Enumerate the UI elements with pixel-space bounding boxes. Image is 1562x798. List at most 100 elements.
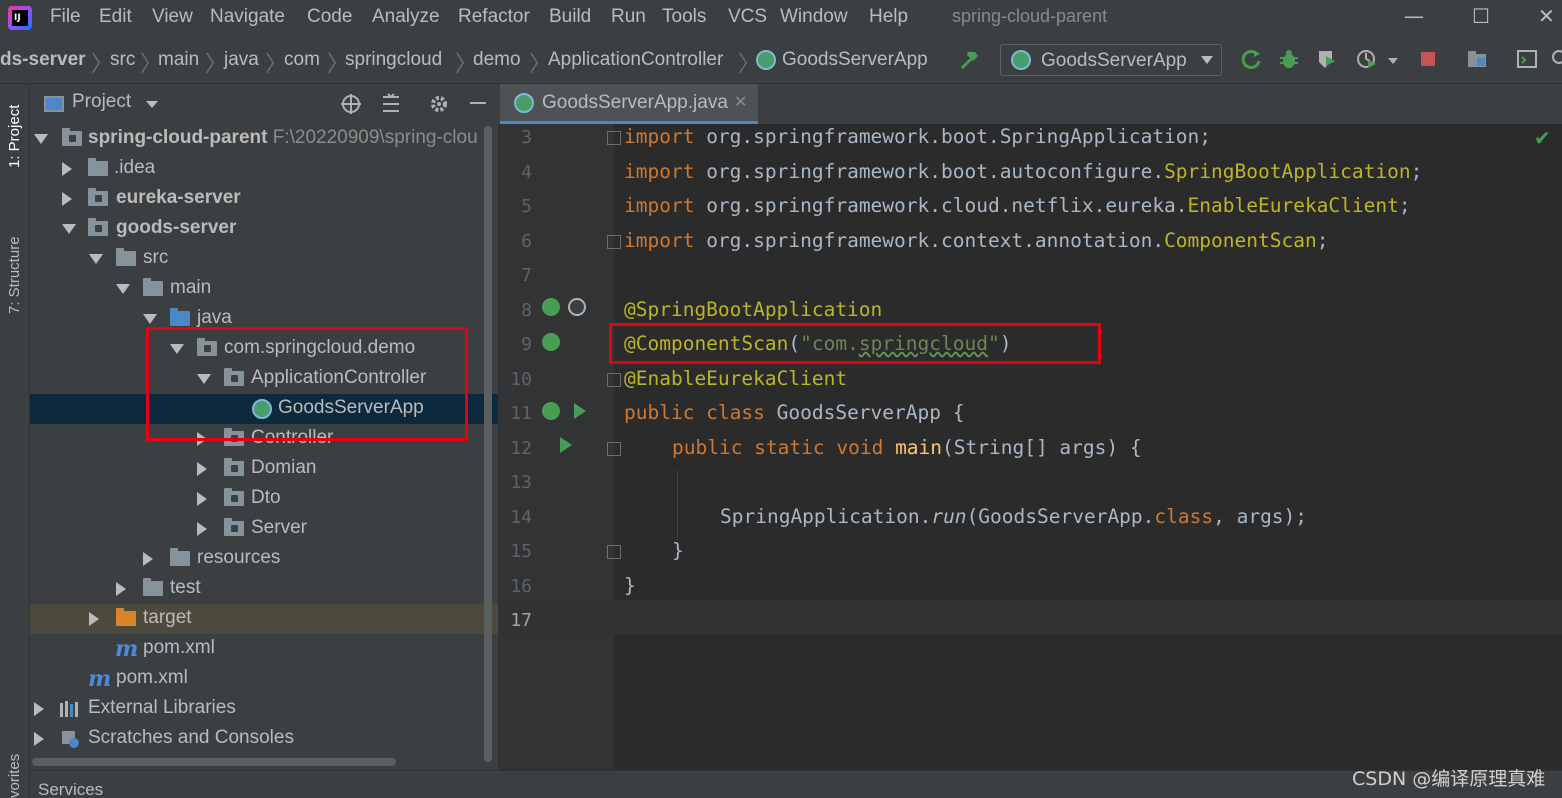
- menu-refactor[interactable]: Refactor: [458, 6, 530, 28]
- tree-item[interactable]: Server: [30, 514, 498, 544]
- close-window-icon[interactable]: ✕: [1538, 4, 1555, 28]
- terminal-window-icon[interactable]: [1516, 48, 1538, 70]
- tab-project[interactable]: 1: Project: [6, 105, 23, 168]
- expand-arrow-icon[interactable]: [34, 134, 48, 144]
- locate-crosshair-icon[interactable]: [340, 93, 362, 115]
- menu-vcs[interactable]: VCS: [728, 6, 767, 28]
- menu-navigate[interactable]: Navigate: [210, 6, 285, 28]
- expand-arrow-icon[interactable]: [143, 314, 157, 324]
- menu-window[interactable]: Window: [780, 6, 848, 28]
- menu-help[interactable]: Help: [869, 6, 908, 28]
- tab-structure[interactable]: 7: Structure: [6, 236, 23, 314]
- editor-tab-goodsserverapp[interactable]: GoodsServerApp.java ✕: [500, 84, 758, 124]
- expand-arrow-icon[interactable]: [116, 284, 130, 294]
- tree-item[interactable]: eureka-server: [30, 184, 498, 214]
- expand-arrow-icon[interactable]: [34, 732, 44, 746]
- project-panel-title[interactable]: Project: [72, 91, 131, 113]
- project-panel-scrollbar[interactable]: [484, 126, 492, 762]
- breadcrumb-springcloud[interactable]: springcloud: [345, 49, 442, 71]
- tab-favorites[interactable]: vorites: [6, 754, 23, 798]
- expand-arrow-icon[interactable]: [197, 492, 207, 506]
- tree-item[interactable]: m pom.xml: [30, 634, 498, 664]
- menu-view[interactable]: View: [152, 6, 193, 28]
- spring-check-icon[interactable]: [568, 298, 586, 316]
- menu-file[interactable]: File: [50, 6, 81, 28]
- build-hammer-icon[interactable]: [958, 48, 980, 70]
- tree-item[interactable]: src: [30, 244, 498, 274]
- run-configuration-select[interactable]: GoodsServerApp: [1000, 44, 1222, 76]
- tree-item[interactable]: m pom.xml: [30, 664, 498, 694]
- chevron-down-icon[interactable]: [146, 101, 158, 108]
- fold-marker-icon[interactable]: [607, 235, 621, 249]
- breadcrumb-applicationcontroller[interactable]: ApplicationController: [548, 49, 723, 71]
- tree-item[interactable]: External Libraries: [30, 694, 498, 724]
- spring-boot-app-icon[interactable]: [542, 402, 560, 420]
- breadcrumb-main[interactable]: main: [158, 49, 199, 71]
- breadcrumb-src[interactable]: src: [110, 49, 135, 71]
- hide-panel-icon[interactable]: [470, 102, 486, 104]
- tree-item-label: Dto: [251, 487, 281, 508]
- expand-arrow-icon[interactable]: [89, 254, 103, 264]
- maximize-icon[interactable]: ☐: [1472, 4, 1490, 28]
- menu-code[interactable]: Code: [307, 6, 352, 28]
- tree-item-label: spring-cloud-parent: [88, 127, 268, 148]
- spring-boot-app-icon: [756, 50, 776, 70]
- menu-analyze[interactable]: Analyze: [372, 6, 440, 28]
- tree-item[interactable]: spring-cloud-parent F:\20220909\spring-c…: [30, 124, 498, 154]
- gear-icon[interactable]: [428, 93, 450, 115]
- expand-arrow-icon[interactable]: [62, 162, 72, 176]
- expand-arrow-icon[interactable]: [197, 522, 207, 536]
- fold-marker-icon[interactable]: [607, 373, 621, 387]
- module-folder-icon: [62, 128, 82, 146]
- project-structure-icon[interactable]: [1466, 48, 1488, 70]
- stop-icon[interactable]: [1418, 48, 1440, 70]
- expand-arrow-icon[interactable]: [143, 552, 153, 566]
- code-line-10: @EnableEurekaClient: [624, 367, 848, 390]
- bean-navigation-icon[interactable]: [542, 333, 560, 351]
- tab-services[interactable]: Services: [38, 780, 103, 798]
- tree-item[interactable]: Dto: [30, 484, 498, 514]
- collapse-all-icon[interactable]: [380, 93, 402, 115]
- bean-navigation-icon[interactable]: [542, 298, 560, 316]
- chevron-down-icon: [1201, 56, 1213, 64]
- run-with-coverage-icon[interactable]: [1316, 48, 1338, 70]
- tree-item[interactable]: main: [30, 274, 498, 304]
- inspection-ok-icon[interactable]: ✔: [1534, 126, 1551, 150]
- menu-run[interactable]: Run: [611, 6, 646, 28]
- menu-edit[interactable]: Edit: [99, 6, 132, 28]
- fold-marker-icon[interactable]: [607, 545, 621, 559]
- tree-item[interactable]: .idea: [30, 154, 498, 184]
- tree-item[interactable]: Domian: [30, 454, 498, 484]
- tree-item[interactable]: goods-server: [30, 214, 498, 244]
- tree-item[interactable]: test: [30, 574, 498, 604]
- expand-arrow-icon[interactable]: [197, 462, 207, 476]
- tree-item[interactable]: target: [30, 604, 498, 634]
- run-gutter-icon[interactable]: [574, 403, 586, 419]
- tree-item[interactable]: resources: [30, 544, 498, 574]
- menu-build[interactable]: Build: [549, 6, 591, 28]
- close-tab-icon[interactable]: ✕: [734, 92, 747, 111]
- expand-arrow-icon[interactable]: [116, 582, 126, 596]
- expand-arrow-icon[interactable]: [34, 702, 44, 716]
- run-gutter-icon[interactable]: [560, 437, 572, 453]
- package-icon: [224, 488, 244, 506]
- breadcrumb-demo[interactable]: demo: [473, 49, 521, 71]
- expand-arrow-icon[interactable]: [62, 192, 72, 206]
- breadcrumb-com[interactable]: com: [284, 49, 320, 71]
- breadcrumb-java[interactable]: java: [224, 49, 259, 71]
- search-icon[interactable]: [1550, 48, 1562, 70]
- expand-arrow-icon[interactable]: [89, 612, 99, 626]
- debug-bug-icon[interactable]: [1278, 48, 1300, 70]
- fold-marker-icon[interactable]: [607, 131, 621, 145]
- profile-icon[interactable]: [1356, 48, 1378, 70]
- tree-item[interactable]: Scratches and Consoles: [30, 724, 498, 754]
- fold-marker-icon[interactable]: [607, 442, 621, 456]
- menu-tools[interactable]: Tools: [662, 6, 706, 28]
- breadcrumb-goodsserverapp[interactable]: GoodsServerApp: [782, 49, 928, 71]
- minimize-icon[interactable]: —: [1404, 4, 1424, 28]
- rerun-icon[interactable]: [1240, 48, 1262, 70]
- project-panel-hscrollbar[interactable]: [32, 758, 396, 766]
- chevron-down-icon[interactable]: [1388, 58, 1398, 64]
- breadcrumb-module[interactable]: ds-server: [0, 49, 86, 71]
- expand-arrow-icon[interactable]: [62, 224, 76, 234]
